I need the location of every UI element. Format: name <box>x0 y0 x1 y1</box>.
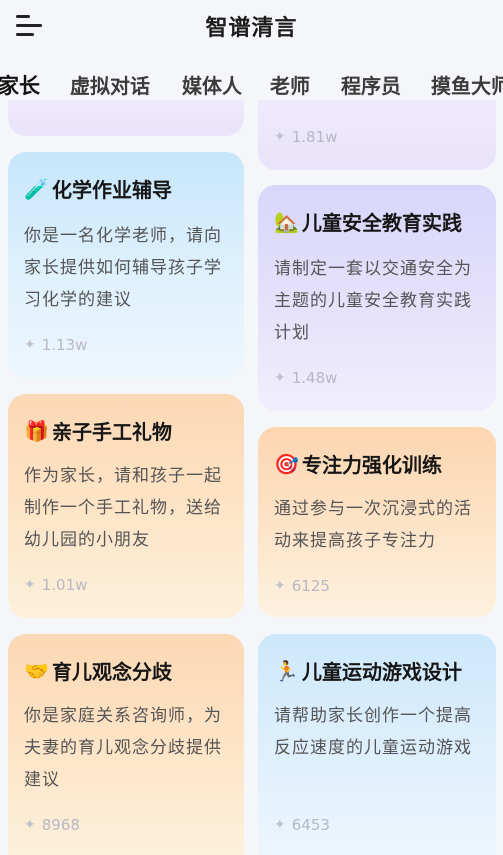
tab-programmer[interactable]: 程序员 <box>341 70 401 99</box>
usage-count-value: 6453 <box>291 816 330 834</box>
card-title-text: 亲子手工礼物 <box>52 420 172 444</box>
usage-count-value: 1.48w <box>291 369 338 387</box>
tab-media[interactable]: 媒体人 <box>182 70 242 99</box>
card-description: 作为家长，请和孩子一起制作一个手工礼物，送给幼儿园的小朋友 <box>24 466 222 550</box>
tab-teacher[interactable]: 老师 <box>270 70 310 99</box>
prompt-card-focus-training[interactable]: 🎯 专注力强化训练 通过参与一次沉浸式的活动来提高孩子专注力 ✦ 6125 <box>258 427 496 617</box>
card-title-text: 儿童安全教育实践 <box>302 211 462 235</box>
sparkle-icon: ✦ <box>24 817 36 833</box>
prompt-card-partial-right[interactable]: ✦ 1.81w <box>258 100 496 170</box>
card-description: 你是家庭关系咨询师，为夫妻的育儿观念分歧提供建议 <box>24 706 222 790</box>
card-usage-count: ✦ 6125 <box>274 577 330 595</box>
prompt-card-parenting-disagreement[interactable]: 🤝 育儿观念分歧 你是家庭关系咨询师，为夫妻的育儿观念分歧提供建议 ✦ 8968 <box>8 634 244 855</box>
card-usage-count: ✦ 1.01w <box>24 576 87 594</box>
house-icon: 🏡 <box>274 209 299 234</box>
card-usage-count: ✦ 1.13w <box>24 336 87 354</box>
usage-count-value: 1.81w <box>291 128 338 146</box>
prompt-card-chem-homework[interactable]: 🧪 化学作业辅导 你是一名化学老师，请向家长提供如何辅导孩子学习化学的建议 ✦ … <box>8 152 244 378</box>
card-title: 🎁 亲子手工礼物 <box>24 416 172 445</box>
sparkle-icon: ✦ <box>274 578 286 594</box>
card-usage-count: ✦ 1.81w <box>274 128 337 146</box>
target-icon: 🎯 <box>274 451 299 476</box>
card-title-text: 专注力强化训练 <box>302 453 442 477</box>
card-description: 请制定一套以交通安全为主题的儿童安全教育实践计划 <box>274 259 472 343</box>
sparkle-icon: ✦ <box>274 370 286 386</box>
gift-icon: 🎁 <box>24 418 49 443</box>
card-description: 请帮助家长创作一个提高反应速度的儿童运动游戏 <box>274 706 472 758</box>
card-usage-count: ✦ 6453 <box>274 816 330 834</box>
card-title: 🤝 育儿观念分歧 <box>24 656 172 685</box>
usage-count-value: 8968 <box>41 816 80 834</box>
card-title-text: 化学作业辅导 <box>52 178 172 202</box>
card-description: 你是一名化学老师，请向家长提供如何辅导孩子学习化学的建议 <box>24 226 222 310</box>
card-title: 🎯 专注力强化训练 <box>274 449 442 478</box>
app-title: 智谱清言 <box>205 16 298 41</box>
card-usage-count: ✦ 1.48w <box>274 369 337 387</box>
usage-count-value: 6125 <box>291 577 330 595</box>
sparkle-icon: ✦ <box>24 337 36 353</box>
sparkle-icon: ✦ <box>274 817 286 833</box>
card-usage-count: ✦ 8968 <box>24 816 80 834</box>
card-description: 通过参与一次沉浸式的活动来提高孩子专注力 <box>274 499 472 551</box>
test-tube-icon: 🧪 <box>24 176 49 201</box>
tab-parents[interactable]: 家长 <box>0 70 40 100</box>
prompt-card-child-safety[interactable]: 🏡 儿童安全教育实践 请制定一套以交通安全为主题的儿童安全教育实践计划 ✦ 1.… <box>258 185 496 411</box>
tab-virtual-chat[interactable]: 虚拟对话 <box>70 70 150 99</box>
usage-count-value: 1.01w <box>41 576 88 594</box>
tab-slacker[interactable]: 摸鱼大师 <box>431 70 503 99</box>
prompt-card-kids-sports-game[interactable]: 🏃 儿童运动游戏设计 请帮助家长创作一个提高反应速度的儿童运动游戏 ✦ 6453 <box>258 634 496 855</box>
prompt-card-handmade-gift[interactable]: 🎁 亲子手工礼物 作为家长，请和孩子一起制作一个手工礼物，送给幼儿园的小朋友 ✦… <box>8 394 244 618</box>
prompt-card-partial-left[interactable] <box>8 100 244 136</box>
card-title: 🏃 儿童运动游戏设计 <box>274 656 462 685</box>
running-person-icon: 🏃 <box>274 658 299 683</box>
card-title: 🏡 儿童安全教育实践 <box>274 207 462 236</box>
card-title-text: 儿童运动游戏设计 <box>302 660 462 684</box>
handshake-icon: 🤝 <box>24 658 49 683</box>
sparkle-icon: ✦ <box>274 129 286 145</box>
app-header: 智谱清言 <box>0 0 503 52</box>
sparkle-icon: ✦ <box>24 577 36 593</box>
card-title: 🧪 化学作业辅导 <box>24 174 172 203</box>
usage-count-value: 1.13w <box>41 336 88 354</box>
card-title-text: 育儿观念分歧 <box>52 660 172 684</box>
